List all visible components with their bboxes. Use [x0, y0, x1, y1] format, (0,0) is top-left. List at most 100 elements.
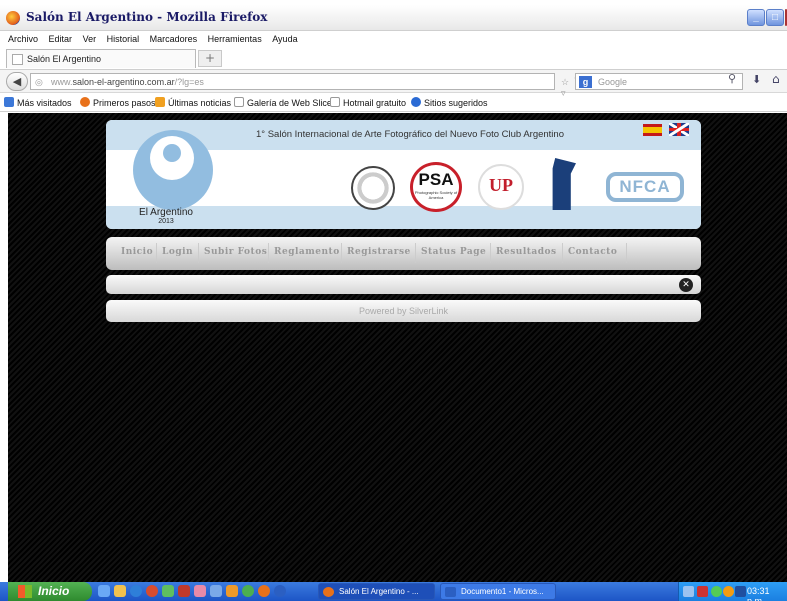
nav-separator — [268, 243, 269, 263]
quicklaunch-browser-icon[interactable] — [130, 585, 142, 597]
task-word[interactable]: Documento1 - Micros... — [440, 583, 556, 600]
psa-logo: PSA Photographic Society of America — [410, 162, 462, 212]
bookmark-mas-visitados[interactable]: Más visitados — [4, 97, 72, 108]
address-bar[interactable]: ◎ www.salon-el-argentino.com.ar/?lg=es ☆… — [30, 73, 583, 98]
nav-separator — [198, 243, 199, 263]
quicklaunch-orange-icon[interactable] — [226, 585, 238, 597]
start-label: Inicio — [38, 584, 70, 598]
network-icon[interactable] — [683, 586, 694, 597]
word-icon — [445, 587, 456, 597]
federation-logo — [552, 158, 576, 210]
quicklaunch-pink-icon[interactable] — [194, 585, 206, 597]
nav-contacto[interactable]: Contacto — [568, 247, 617, 257]
minimize-button[interactable]: _ — [747, 9, 765, 26]
back-button[interactable]: ◀ — [6, 72, 28, 91]
nav-separator — [562, 243, 563, 263]
menu-ver[interactable]: Ver — [83, 31, 97, 47]
menu-historial[interactable]: Historial — [107, 31, 140, 47]
nav-separator — [490, 243, 491, 263]
speaker-icon[interactable] — [735, 586, 746, 597]
google-icon[interactable]: g — [579, 76, 592, 88]
site-nav-menu: Inicio Login Subir Fotos Reglamento Regi… — [106, 237, 701, 270]
title-bar: Salón El Argentino - Mozilla Firefox _ □… — [0, 5, 787, 31]
quicklaunch-red-icon[interactable] — [178, 585, 190, 597]
club-year: 2013 — [158, 218, 174, 225]
firefox-icon — [80, 97, 90, 107]
search-placeholder: Google — [598, 77, 628, 87]
page-icon — [234, 97, 244, 107]
tab-label: Salón El Argentino — [27, 54, 102, 64]
alert-icon[interactable] — [723, 586, 734, 597]
menu-ayuda[interactable]: Ayuda — [272, 31, 297, 47]
nav-resultados[interactable]: Resultados — [496, 247, 557, 257]
tab-strip: Salón El Argentino + — [0, 48, 787, 68]
bookmark-hotmail[interactable]: Hotmail gratuito — [330, 97, 406, 108]
nav-inicio[interactable]: Inicio — [121, 247, 153, 257]
firefox-icon — [323, 587, 334, 597]
nav-separator — [341, 243, 342, 263]
tab-salon-el-argentino[interactable]: Salón El Argentino — [6, 49, 196, 68]
quicklaunch-ie-icon[interactable] — [98, 585, 110, 597]
bookmark-ultimas-noticias[interactable]: Últimas noticias — [155, 97, 231, 108]
page-favicon-icon — [12, 54, 23, 65]
home-icon[interactable]: ⌂ — [772, 72, 780, 86]
page-icon — [330, 97, 340, 107]
site-footer: Powered by SilverLink — [106, 300, 701, 322]
quicklaunch-globe-icon[interactable] — [242, 585, 254, 597]
quicklaunch-folder-icon[interactable] — [114, 585, 126, 597]
nav-separator — [156, 243, 157, 263]
new-tab-button[interactable]: + — [198, 50, 222, 67]
task-firefox[interactable]: Salón El Argentino - ... — [318, 583, 435, 600]
ie-icon — [411, 97, 421, 107]
club-name: El Argentino — [139, 207, 193, 218]
quicklaunch-window-icon[interactable] — [210, 585, 222, 597]
message-bar: ✕ — [106, 275, 701, 294]
search-input[interactable]: g Google — [575, 73, 743, 90]
nfca-logo: NFCA — [606, 172, 684, 202]
window-title: Salón El Argentino - Mozilla Firefox — [26, 10, 268, 24]
system-tray: 03:31 p.m. — [678, 582, 787, 601]
nav-status-page[interactable]: Status Page — [421, 247, 486, 257]
navigation-toolbar: ◀ ◎ www.salon-el-argentino.com.ar/?lg=es… — [0, 69, 787, 98]
url-prefix: www. — [51, 77, 73, 87]
messenger-icon[interactable] — [711, 586, 722, 597]
rss-icon — [155, 97, 165, 107]
menu-bar: Archivo Editar Ver Historial Marcadores … — [0, 31, 787, 47]
firefox-icon — [6, 11, 20, 25]
bookmark-galeria-web-slice[interactable]: Galería de Web Slice — [234, 97, 332, 108]
close-icon[interactable]: ✕ — [679, 278, 693, 292]
folder-icon — [4, 97, 14, 107]
fiap-logo — [351, 166, 395, 210]
bookmark-primeros-pasos[interactable]: Primeros pasos — [80, 97, 156, 108]
maximize-button[interactable]: □ — [766, 9, 784, 26]
nav-registrarse[interactable]: Registrarse — [347, 247, 411, 257]
up-logo: UP — [478, 164, 524, 210]
quicklaunch-green-icon[interactable] — [162, 585, 174, 597]
menu-marcadores[interactable]: Marcadores — [150, 31, 198, 47]
download-icon[interactable]: ⬇ — [752, 73, 761, 86]
globe-icon: ◎ — [35, 77, 43, 87]
url-path: /?lg=es — [174, 77, 204, 87]
browser-window: Salón El Argentino - Mozilla Firefox _ □… — [0, 0, 787, 601]
nav-reglamento[interactable]: Reglamento — [274, 247, 340, 257]
spanish-flag-icon[interactable] — [643, 124, 662, 136]
antivirus-icon[interactable] — [697, 586, 708, 597]
salon-title: 1° Salón Internacional de Arte Fotográfi… — [256, 129, 564, 140]
start-button[interactable]: Inicio — [8, 582, 92, 601]
quicklaunch-media-icon[interactable] — [146, 585, 158, 597]
page-content: 1° Salón Internacional de Arte Fotográfi… — [8, 113, 787, 582]
quicklaunch-firefox-icon[interactable] — [258, 585, 270, 597]
menu-editar[interactable]: Editar — [49, 31, 73, 47]
nav-login[interactable]: Login — [162, 247, 193, 257]
menu-herramientas[interactable]: Herramientas — [208, 31, 262, 47]
nav-subir-fotos[interactable]: Subir Fotos — [204, 247, 267, 257]
nav-separator — [415, 243, 416, 263]
clock: 03:31 p.m. — [747, 586, 770, 601]
quicklaunch-app-icon[interactable] — [274, 585, 286, 597]
nav-separator — [626, 243, 627, 263]
bookmarks-toolbar: Más visitados Primeros pasos Últimas not… — [0, 94, 787, 112]
search-icon[interactable]: ⚲ — [728, 72, 736, 85]
menu-archivo[interactable]: Archivo — [8, 31, 38, 47]
english-flag-icon[interactable] — [669, 123, 689, 136]
bookmark-sitios-sugeridos[interactable]: Sitios sugeridos — [411, 97, 488, 108]
